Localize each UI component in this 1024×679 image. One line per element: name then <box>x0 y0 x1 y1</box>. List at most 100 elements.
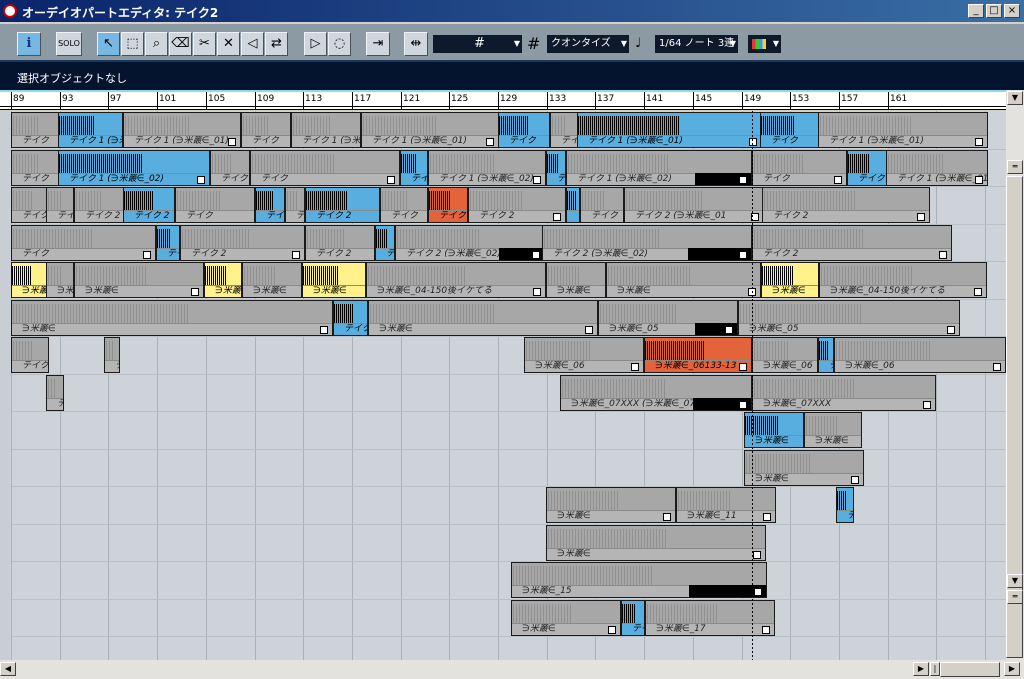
scroll-right-button[interactable]: ▶ <box>913 662 929 676</box>
audio-event[interactable]: テイク <box>428 187 468 223</box>
autoscroll-button[interactable]: ⇥ <box>366 32 390 56</box>
audio-event[interactable]: ∋米叢∈ <box>11 299 333 336</box>
audio-event[interactable]: テイク 2 <box>762 187 930 223</box>
audio-event[interactable]: ∋米叢∈ <box>204 262 242 298</box>
audio-event[interactable]: ∋米叢∈_04-150後イケてる <box>366 262 546 298</box>
audio-event[interactable]: ∋米叢∈ <box>46 262 74 298</box>
audio-event[interactable]: テイク 2 (∋米叢∈_01 <box>624 187 764 223</box>
audio-event[interactable]: ∋米叢∈ <box>744 449 864 486</box>
audio-event[interactable]: ∋米叢∈ <box>761 262 819 298</box>
audio-event[interactable]: テイク <box>210 149 250 186</box>
audio-event[interactable]: テイク 1 (∋米叢∈_02) <box>566 149 752 186</box>
audio-event[interactable]: ∋米叢∈ <box>546 262 606 298</box>
audio-event[interactable]: テイク 1 (∋米叢∈_01) <box>818 112 988 148</box>
vertical-scrollbar[interactable]: ▼ ═ ▼ ═ <box>1006 90 1024 660</box>
audio-event[interactable]: テイク <box>333 299 368 336</box>
audio-event[interactable]: テイク 1 (∋米叢∈_02) <box>58 149 210 186</box>
audio-event[interactable]: ∋米叢∈ <box>368 299 598 336</box>
arrow-tool-button[interactable]: ↖ <box>97 32 120 56</box>
audio-event[interactable]: テイク <box>621 599 645 636</box>
audio-event[interactable]: テイク 1 (∋米叢∈_01) <box>123 112 241 148</box>
audio-event[interactable]: テイク <box>760 112 820 148</box>
quantize-select[interactable]: クオンタイズ ▼ <box>547 35 629 53</box>
audio-event[interactable]: テイク 2 <box>74 187 124 223</box>
audio-event[interactable]: ∋米叢∈ <box>606 262 761 298</box>
horizontal-scrollbar[interactable]: ◀ ▶ | ▶ <box>0 660 1024 679</box>
audio-event[interactable]: テイク 1 (∋米叢∈_02) <box>428 149 546 186</box>
audio-event[interactable]: テイク <box>550 112 578 148</box>
window-title-bar[interactable]: オーデイオパートエディタ: テイク2 _ □ × <box>0 0 1024 22</box>
audio-event[interactable]: テイク <box>255 187 285 223</box>
audio-event[interactable]: ∋米叢∈_07XXX <box>752 374 936 411</box>
solo-button[interactable]: SOLO <box>56 32 82 56</box>
audio-event[interactable]: テイク <box>847 149 887 186</box>
audio-event[interactable]: ∋米叢∈ <box>74 262 204 298</box>
audio-event[interactable]: テイク 1 (∋米叢∈_01) <box>361 112 499 148</box>
glue-tool-button[interactable]: ✕ <box>217 32 240 56</box>
audio-event[interactable]: テイク 2 <box>305 187 380 223</box>
color-select[interactable]: ▼ <box>748 35 781 53</box>
minimize-button[interactable]: _ <box>968 4 984 18</box>
audio-event[interactable]: テイク <box>818 337 834 373</box>
audio-event[interactable]: テイク <box>380 187 428 223</box>
audio-event[interactable]: テイク <box>836 487 854 523</box>
audio-event[interactable]: ∋米叢∈_17 <box>645 599 775 636</box>
audio-event[interactable]: テイク <box>566 187 580 223</box>
scroll-down-button[interactable]: ▼ <box>1007 574 1023 588</box>
audio-event[interactable]: ∋米叢∈_04-150後イケてる <box>819 262 987 298</box>
audio-event[interactable]: テイク <box>11 224 156 261</box>
maximize-button[interactable]: □ <box>986 4 1002 18</box>
audio-event[interactable]: テイク 2 (∋米叢∈_02) <box>542 224 752 261</box>
audio-event[interactable]: テイク 1 (∋米叢∈_01) <box>291 112 361 148</box>
audio-event[interactable]: ∋米叢∈_06 <box>524 337 644 373</box>
audio-event[interactable]: テイク <box>752 149 847 186</box>
audio-event[interactable]: テイク <box>46 187 74 223</box>
zoom-in-horizontal-button[interactable]: ▶ <box>1004 662 1020 676</box>
audio-event[interactable]: テイク <box>546 149 566 186</box>
audio-event[interactable]: ∋米叢∈_11 <box>676 487 776 523</box>
zoom-out-vertical-button[interactable]: ═ <box>1007 590 1023 604</box>
audio-event[interactable]: テイク <box>11 149 59 186</box>
audio-event[interactable]: テイク 1 (∋米叢∈_01) <box>886 149 988 186</box>
audio-event[interactable]: ∋米叢∈ <box>744 412 804 448</box>
audio-event[interactable]: ∋米叢∈ <box>546 487 676 523</box>
info-button[interactable]: i <box>17 32 41 56</box>
timeline-ruler[interactable]: 89 93 97 101 105 109 113 117 121 125 129 133 137 141 1… <box>0 90 1006 110</box>
audio-event[interactable]: テイク <box>375 224 395 261</box>
audio-event[interactable]: テイク <box>498 112 550 148</box>
range-tool-button[interactable]: ⬚ <box>121 32 144 56</box>
audio-event[interactable]: ∋米叢∈_05 <box>598 299 738 336</box>
audio-event[interactable]: テイク 1 (∋米叢∈_01) <box>577 112 762 148</box>
audio-event[interactable]: テイク 1 (∋米叢∈_01) <box>58 112 123 148</box>
audio-event[interactable]: ∋米叢∈ <box>546 524 766 561</box>
audio-event[interactable]: ∋米叢∈_06 <box>752 337 818 373</box>
zoom-out-horizontal-button[interactable]: | <box>930 662 940 676</box>
audio-event[interactable]: ∋米叢∈ <box>242 262 302 298</box>
audio-event[interactable]: ∋米叢∈_07XXX (∋米叢∈_07) <box>560 374 752 411</box>
scroll-up-button[interactable]: ▼ <box>1007 91 1023 105</box>
play-button[interactable]: ▷ <box>304 32 327 56</box>
event-display[interactable]: テイクテイク 1 (∋米叢∈_01)テイク 1 (∋米叢∈_01)テイクテイク … <box>10 111 1006 660</box>
audio-event[interactable]: ∋米叢∈ <box>511 599 621 636</box>
horizontal-zoom-slider[interactable] <box>940 662 1000 677</box>
audio-event[interactable]: テイク 2 <box>468 187 566 223</box>
zoom-tool-button[interactable]: ⌕ <box>145 32 168 56</box>
zoom-in-vertical-button[interactable]: ═ <box>1007 160 1023 174</box>
project-cursor[interactable] <box>752 111 753 660</box>
close-button[interactable]: × <box>1004 4 1020 18</box>
audio-event[interactable]: ∋米叢∈ <box>11 262 47 298</box>
audio-event[interactable]: テイク <box>580 187 624 223</box>
audio-event[interactable]: テイク <box>11 337 49 373</box>
audio-event[interactable]: テイク 2 <box>123 187 175 223</box>
audio-event[interactable]: ∋米叢∈_06 <box>834 337 1006 373</box>
audio-event[interactable]: テイク 2 <box>752 224 952 261</box>
audio-event[interactable]: テイク <box>11 112 60 148</box>
audio-event[interactable]: テイク 2 <box>305 224 375 261</box>
audio-event[interactable]: ∋米叢∈_05 <box>738 299 960 336</box>
audio-event[interactable]: テイク <box>11 187 47 223</box>
quantize-value-select[interactable]: 1/64 ノート 3連 ▼ <box>655 35 738 53</box>
audio-event[interactable]: テイク <box>285 187 305 223</box>
split-tool-button[interactable]: ✂ <box>193 32 216 56</box>
audio-event[interactable]: ∋米叢∈ <box>804 412 862 448</box>
audio-event[interactable]: テイク <box>175 187 255 223</box>
